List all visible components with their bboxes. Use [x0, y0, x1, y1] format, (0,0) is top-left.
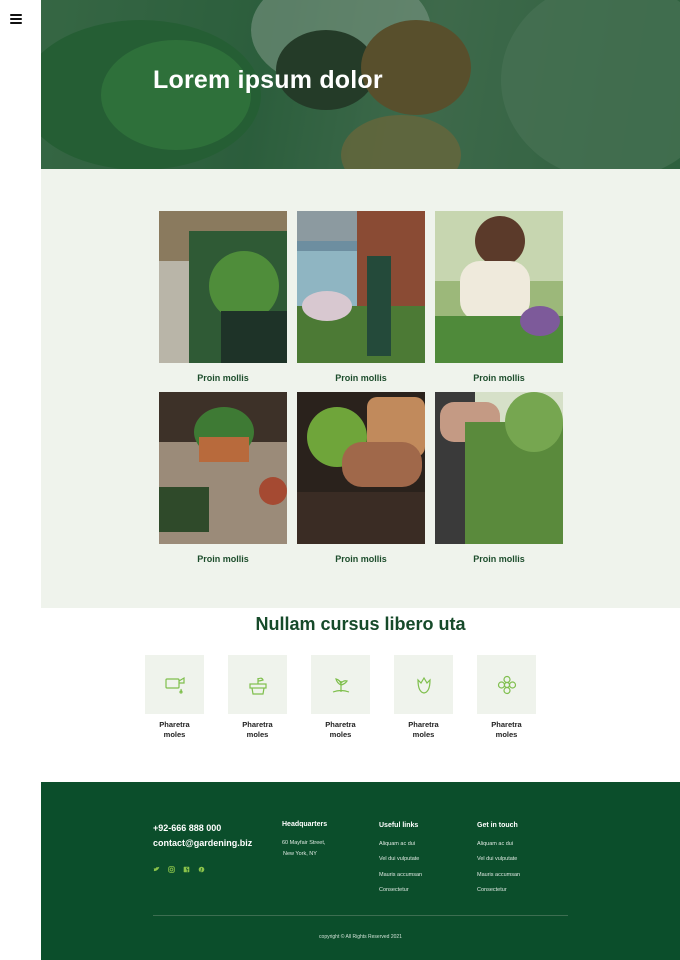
feature-icon-box: [311, 655, 370, 714]
get-in-touch-title: Get in touch: [477, 822, 518, 829]
get-in-touch-link[interactable]: Consectetur: [477, 887, 507, 893]
gallery-caption: Proin mollis: [197, 373, 249, 383]
gallery-photo: [159, 211, 287, 363]
hq-address-line2: New York, NY: [283, 851, 317, 857]
sidebar: [0, 0, 41, 960]
hero-banner: Lorem ipsum dolor: [41, 0, 680, 169]
get-in-touch-link[interactable]: Mauris accumsan: [477, 872, 520, 878]
hamburger-menu-icon[interactable]: [10, 14, 22, 24]
feature-label: Pharetra moles: [325, 720, 356, 739]
gallery-item[interactable]: Proin mollis: [159, 211, 287, 383]
useful-link[interactable]: Consectetur: [379, 887, 409, 893]
useful-link[interactable]: Mauris accumsan: [379, 872, 422, 878]
gallery-caption: Proin mollis: [335, 554, 387, 564]
contact-email[interactable]: contact@gardening.biz: [153, 838, 252, 848]
useful-link[interactable]: Vel dui vulputate: [379, 856, 419, 862]
gallery-item[interactable]: Proin mollis: [435, 392, 563, 564]
instagram-icon[interactable]: [168, 866, 175, 873]
gallery-caption: Proin mollis: [473, 554, 525, 564]
watering-can-icon: [164, 676, 185, 694]
feature-icon-box: [477, 655, 536, 714]
footer: +92-666 888 000 contact@gardening.biz He…: [41, 782, 680, 960]
potted-plant-icon: [248, 677, 267, 695]
hq-address-line1: 60 Mayfair Street,: [282, 840, 326, 846]
feature-item[interactable]: Pharetra moles: [394, 655, 453, 740]
seedling-icon: [332, 677, 349, 693]
social-links: [153, 866, 205, 873]
hero-title: Lorem ipsum dolor: [153, 66, 383, 94]
headquarters-title: Headquarters: [282, 821, 328, 828]
twitter-icon[interactable]: [153, 866, 160, 873]
gallery-section: Proin mollis Proin mollis Proin mollis P…: [41, 169, 680, 608]
feature-label: Pharetra moles: [408, 720, 439, 739]
gallery-caption: Proin mollis: [335, 373, 387, 383]
get-in-touch-link[interactable]: Vel dui vulputate: [477, 856, 517, 862]
feature-item[interactable]: Pharetra moles: [145, 655, 204, 740]
feature-label: Pharetra moles: [159, 720, 190, 739]
feature-label: Pharetra moles: [242, 720, 273, 739]
feature-icon-box: [228, 655, 287, 714]
gallery-photo: [435, 392, 563, 544]
feature-item[interactable]: Pharetra moles: [311, 655, 370, 740]
gallery-item[interactable]: Proin mollis: [435, 211, 563, 383]
gallery-photo: [159, 392, 287, 544]
feature-item[interactable]: Pharetra moles: [477, 655, 536, 740]
gallery-caption: Proin mollis: [197, 554, 249, 564]
gallery-photo: [297, 211, 425, 363]
feature-icon-box: [145, 655, 204, 714]
features-title: Nullam cursus libero uta: [255, 614, 466, 634]
feature-icon-box: [394, 655, 453, 714]
useful-links-title: Useful links: [379, 822, 419, 829]
useful-link[interactable]: Aliquam ac dui: [379, 841, 415, 847]
tulip-icon: [416, 676, 431, 694]
facebook-icon[interactable]: [183, 866, 190, 873]
gallery-caption: Proin mollis: [473, 373, 525, 383]
get-in-touch-link[interactable]: Aliquam ac dui: [477, 841, 513, 847]
gallery-item[interactable]: Proin mollis: [297, 211, 425, 383]
gallery-photo: [297, 392, 425, 544]
pinterest-icon[interactable]: [198, 866, 205, 873]
flower-icon: [497, 675, 516, 694]
gallery-photo: [435, 211, 563, 363]
gallery-item[interactable]: Proin mollis: [159, 392, 287, 564]
contact-phone[interactable]: +92-666 888 000: [153, 823, 221, 833]
footer-divider: [153, 915, 568, 916]
feature-item[interactable]: Pharetra moles: [228, 655, 287, 740]
feature-label: Pharetra moles: [491, 720, 522, 739]
gallery-item[interactable]: Proin mollis: [297, 392, 425, 564]
copyright-text: copyright © All Rights Reserved 2021: [319, 934, 402, 940]
